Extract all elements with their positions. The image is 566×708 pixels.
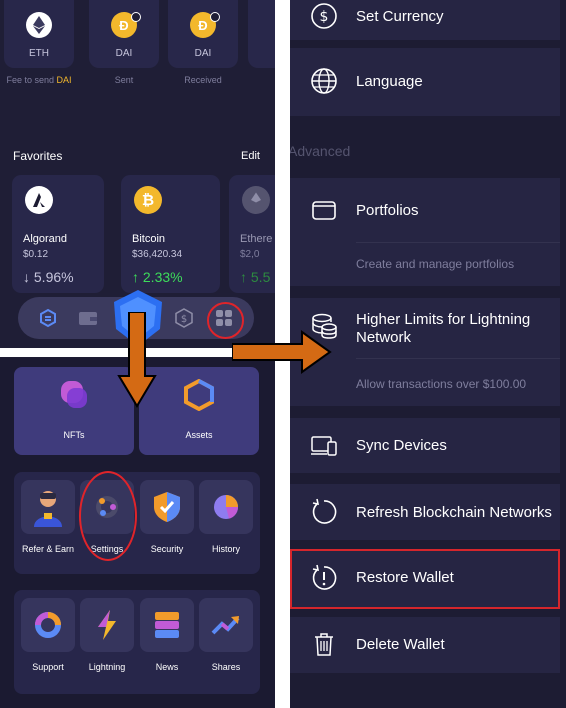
history-tile[interactable]: History [199, 480, 253, 554]
portfolios-subtitle: Create and manage portfolios [356, 257, 515, 271]
delete-wallet-row[interactable]: Delete Wallet [290, 617, 560, 673]
lightning-bolt-icon [80, 598, 134, 652]
nfts-label: NFTs [63, 430, 85, 440]
support-tile[interactable]: Support [21, 598, 75, 672]
fee-text: Fee to send DAI [6, 75, 72, 85]
favorite-price: $0.12 [23, 249, 49, 260]
history-label: History [211, 544, 240, 554]
settings-highlight-circle [79, 471, 137, 561]
coin-card-dai-sent[interactable]: Ð DAI [89, 0, 159, 68]
refresh-networks-row[interactable]: Refresh Blockchain Networks [290, 484, 560, 540]
refresh-icon [310, 498, 338, 526]
history-pie-icon [199, 480, 253, 534]
badge-icon [131, 12, 141, 22]
dollar-coin-icon[interactable]: $ [174, 308, 194, 328]
wallet-icon[interactable] [78, 308, 98, 328]
nfts-icon [58, 379, 90, 411]
delete-wallet-label: Delete Wallet [356, 636, 445, 653]
algorand-icon [25, 186, 53, 214]
svg-text:$: $ [181, 314, 187, 325]
row-separator [356, 242, 560, 243]
badge-icon [210, 12, 220, 22]
sent-label: Sent [114, 75, 134, 85]
assets-label: Assets [185, 430, 213, 440]
support-ring-icon [21, 598, 75, 652]
favorite-card-ethereum[interactable]: Ethere $2,0 ↑ 5.5 [229, 175, 275, 293]
eth-icon [26, 12, 52, 38]
coin-label: ETH [29, 48, 49, 59]
favorites-edit-link[interactable]: Edit [241, 150, 260, 162]
shield-icon [140, 480, 194, 534]
shares-tile[interactable]: Shares [199, 598, 253, 672]
favorite-price: $2,0 [240, 249, 260, 260]
coin-label: DAI [194, 48, 212, 59]
set-currency-label: Set Currency [356, 8, 444, 25]
globe-icon [310, 67, 338, 95]
favorite-price: $36,420.34 [132, 249, 183, 260]
svg-text:$: $ [320, 9, 329, 25]
bitcoin-icon: ₿ [134, 186, 162, 214]
restore-wallet-highlight-box [290, 549, 560, 609]
support-label: Support [32, 662, 64, 672]
refresh-networks-label: Refresh Blockchain Networks [356, 504, 552, 521]
received-label: Received [184, 75, 222, 85]
apps-group-1: Refer & Earn Settings Security History [14, 472, 260, 574]
apps-group-2: Support Lightning News Shares [14, 590, 260, 694]
assets-icon [183, 378, 215, 412]
devices-icon [310, 432, 338, 460]
lightning-tile[interactable]: Lightning [80, 598, 134, 672]
refer-earn-label: Refer & Earn [21, 544, 75, 554]
home-top-section: ETH Ð DAI Ð DAI Fee to send DAI Sent Rec… [0, 0, 275, 348]
exchange-icon[interactable] [38, 308, 58, 328]
favorite-change: ↑ 2.33% [132, 269, 183, 285]
coin-card-partial[interactable] [248, 0, 275, 68]
row-separator [356, 358, 560, 359]
news-label: News [155, 662, 179, 672]
favorite-change: ↑ 5.5 [240, 269, 271, 285]
favorite-card-algorand[interactable]: Algorand $0.12 ↓ 5.96% [12, 175, 104, 293]
trash-icon [310, 630, 338, 658]
favorite-name: Bitcoin [132, 233, 166, 245]
coin-card-eth[interactable]: ETH [4, 0, 74, 68]
nfts-card[interactable]: NFTs [14, 367, 134, 455]
higher-limits-subtitle: Allow transactions over $100.00 [356, 377, 527, 391]
shares-trend-icon [199, 598, 253, 652]
favorite-name: Algorand [23, 233, 68, 245]
coin-card-dai-received[interactable]: Ð DAI [168, 0, 238, 68]
favorite-card-bitcoin[interactable]: ₿ Bitcoin $36,420.34 ↑ 2.33% [121, 175, 220, 293]
sync-devices-row[interactable]: Sync Devices [290, 418, 560, 473]
higher-limits-label: Higher Limits for Lightning Network [356, 311, 531, 346]
favorite-change: ↓ 5.96% [23, 269, 74, 285]
down-arrow-annotation [117, 312, 157, 408]
coin-label: DAI [115, 48, 133, 59]
advanced-section-header: Advanced [290, 143, 351, 159]
news-tile[interactable]: News [140, 598, 194, 672]
lightning-label: Lightning [88, 662, 126, 672]
right-arrow-annotation [232, 330, 332, 374]
security-tile[interactable]: Security [140, 480, 194, 554]
portfolios-row[interactable]: Portfolios Create and manage portfolios [290, 178, 560, 286]
favorites-title: Favorites [13, 149, 63, 163]
dollar-circle-icon: $ [310, 2, 338, 30]
refer-earn-icon [21, 480, 75, 534]
portfolios-label: Portfolios [356, 202, 419, 219]
shares-label: Shares [211, 662, 241, 672]
wallet-outline-icon [310, 196, 338, 224]
favorite-name: Ethere [240, 233, 273, 245]
assets-card[interactable]: Assets [139, 367, 259, 455]
ethereum-icon [242, 186, 270, 214]
security-label: Security [150, 544, 184, 554]
set-currency-row[interactable]: $ Set Currency [290, 0, 560, 40]
sync-devices-label: Sync Devices [356, 437, 447, 454]
language-row[interactable]: Language [290, 48, 560, 116]
refer-earn-tile[interactable]: Refer & Earn [21, 480, 75, 554]
language-label: Language [356, 73, 423, 90]
news-stack-icon [140, 598, 194, 652]
